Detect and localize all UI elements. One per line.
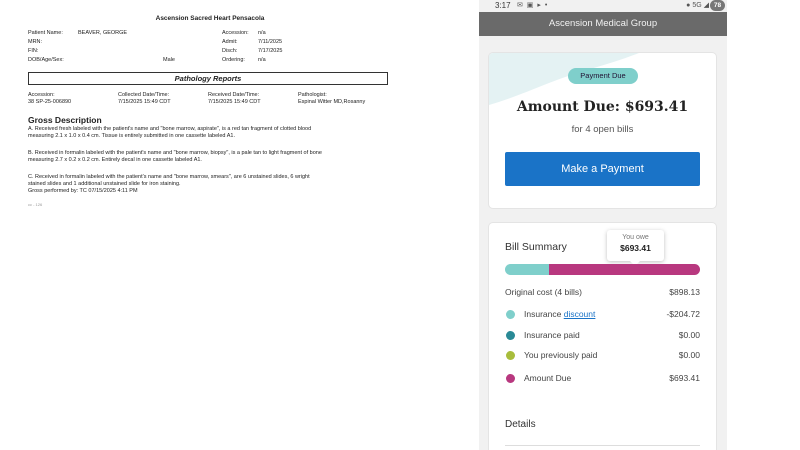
battery-icon: 78 — [710, 0, 725, 11]
amount-due-heading: Amount Due: $693.41 — [516, 99, 689, 115]
payment-due-badge: Payment Due — [568, 68, 638, 84]
insurance-paid-dot-icon — [506, 331, 515, 340]
paragraph-c-line3: Gross performed by: TC 07/15/2025 4:11 P… — [28, 188, 138, 194]
previously-paid-label: You previously paid — [524, 350, 598, 360]
row-insurance-discount: Insurance discount -$204.72 — [505, 309, 700, 323]
row-previously-paid: You previously paid $0.00 — [505, 350, 700, 364]
ordering-label: Ordering: — [222, 57, 245, 63]
bar-segment-insurance[interactable] — [505, 264, 550, 275]
paragraph-a-line2: measuring 2.1 x 1.0 x 0.4 cm. Tissue is … — [28, 133, 235, 139]
col-received-value: 7/15/2025 15:49 CDT — [208, 99, 261, 105]
original-cost-value: $898.13 — [669, 287, 700, 297]
amount-due-value: $693.41 — [669, 373, 700, 383]
admit-value: 7/11/2025 — [258, 39, 283, 45]
details-divider — [505, 445, 700, 446]
hospital-name: Ascension Sacred Heart Pensacola — [155, 15, 265, 22]
col-pathologist-value: Espinal Witter MD,Rosanny — [298, 99, 366, 105]
status-bar: 3:17 ✉ ▣ ▸ • ● 5G ◢ 78 — [479, 0, 727, 12]
col-received-head: Received Date/Time: — [208, 92, 260, 98]
signal-icon: ● 5G ◢ — [686, 2, 709, 9]
payment-due-card: Payment Due Amount Due: $693.41 for 4 op… — [489, 53, 716, 208]
make-payment-button[interactable]: Make a Payment — [505, 152, 700, 186]
original-cost-label: Original cost (4 bills) — [505, 287, 582, 297]
paragraph-b-line2: measuring 2.7 x 0.2 x 0.2 cm. Entirely d… — [28, 157, 202, 163]
bill-summary-card: Bill Summary You owe $693.41 Original co… — [489, 223, 716, 450]
gross-description-title: Gross Description — [28, 115, 102, 125]
sex-value: Male — [163, 57, 175, 63]
disch-label: Disch: — [222, 48, 238, 54]
row-insurance-paid: Insurance paid $0.00 — [505, 330, 700, 344]
insurance-discount-label: Insurance discount — [524, 309, 595, 319]
dob-label: DOB/Age/Sex: — [28, 57, 64, 63]
notification-icons: ✉ ▣ ▸ • — [517, 2, 549, 9]
fin-label: FIN: — [28, 48, 39, 54]
details-heading[interactable]: Details — [505, 419, 536, 430]
insurance-paid-value: $0.00 — [678, 330, 700, 340]
phone-screen: 3:17 ✉ ▣ ▸ • ● 5G ◢ 78 Ascension Medical… — [479, 0, 727, 450]
bar-segment-amount-due[interactable] — [549, 264, 700, 275]
bill-summary-title: Bill Summary — [505, 241, 567, 253]
ordering-value: n/a — [258, 57, 266, 63]
insurance-discount-dot-icon — [506, 310, 515, 319]
insurance-paid-label: Insurance paid — [524, 330, 580, 340]
footnote: cc - 126 — [28, 202, 43, 207]
amount-due-dot-icon — [506, 374, 515, 383]
insurance-text: Insurance — [524, 309, 562, 319]
you-owe-tooltip: You owe $693.41 — [607, 230, 664, 266]
col-accession-value: 38 SP-25-006890 — [28, 99, 72, 105]
status-time: 3:17 — [495, 1, 511, 10]
col-pathologist-head: Pathologist: — [298, 92, 327, 98]
row-original-cost: Original cost (4 bills) $898.13 — [505, 287, 700, 301]
row-amount-due: Amount Due $693.41 — [505, 373, 700, 387]
disch-value: 7/17/2025 — [258, 48, 283, 54]
accession-value: n/a — [258, 30, 266, 36]
open-bills-subtitle: for 4 open bills — [571, 124, 634, 135]
pathology-document: Ascension Sacred Heart Pensacola Patient… — [0, 0, 420, 450]
previously-paid-value: $0.00 — [678, 350, 700, 360]
pathology-reports-banner: Pathology Reports — [28, 72, 388, 85]
patient-name-value: BEAVER, GEORGE — [78, 30, 128, 36]
tooltip-label: You owe — [622, 234, 649, 241]
mrn-label: MRN: — [28, 39, 43, 45]
bill-summary-bar[interactable] — [505, 264, 700, 275]
patient-name-label: Patient Name: — [28, 30, 63, 36]
tooltip-value: $693.41 — [620, 243, 651, 253]
accession-label: Accession: — [222, 30, 249, 36]
app-title: Ascension Medical Group — [479, 12, 727, 36]
amount-due-label: Amount Due — [524, 373, 572, 383]
admit-label: Admit: — [222, 39, 238, 45]
discount-link[interactable]: discount — [564, 309, 596, 319]
col-collected-head: Collected Date/Time: — [118, 92, 170, 98]
previously-paid-dot-icon — [506, 351, 515, 360]
col-accession-head: Accession: — [28, 92, 55, 98]
insurance-discount-value: -$204.72 — [666, 309, 700, 319]
col-collected-value: 7/15/2025 15:49 CDT — [118, 99, 171, 105]
